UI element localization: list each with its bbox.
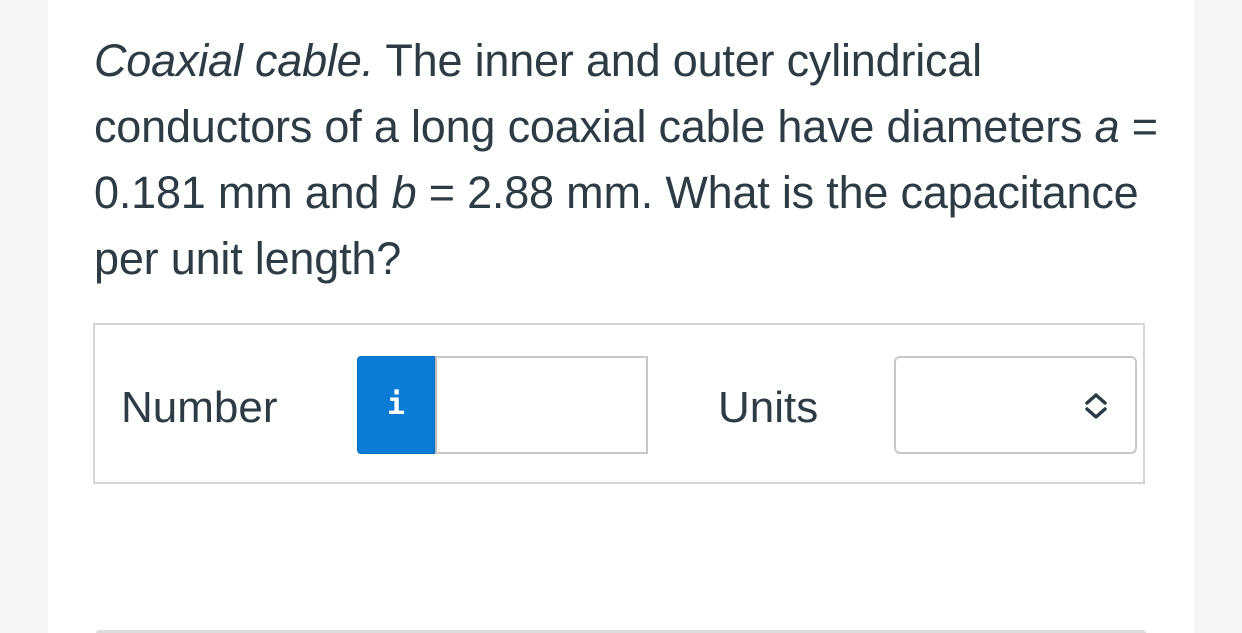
variable-a: a <box>1094 101 1120 152</box>
question-text: Coaxial cable. The inner and outer cylin… <box>94 28 1174 292</box>
number-input[interactable] <box>435 356 648 454</box>
units-label: Units <box>718 383 819 432</box>
number-label: Number <box>121 383 278 432</box>
question-title: Coaxial cable. <box>94 35 374 86</box>
info-icon: i <box>386 387 406 422</box>
units-select[interactable] <box>894 356 1137 454</box>
info-button[interactable]: i <box>357 356 435 454</box>
variable-b: b <box>391 167 417 218</box>
up-down-chevron-icon <box>1085 393 1107 419</box>
